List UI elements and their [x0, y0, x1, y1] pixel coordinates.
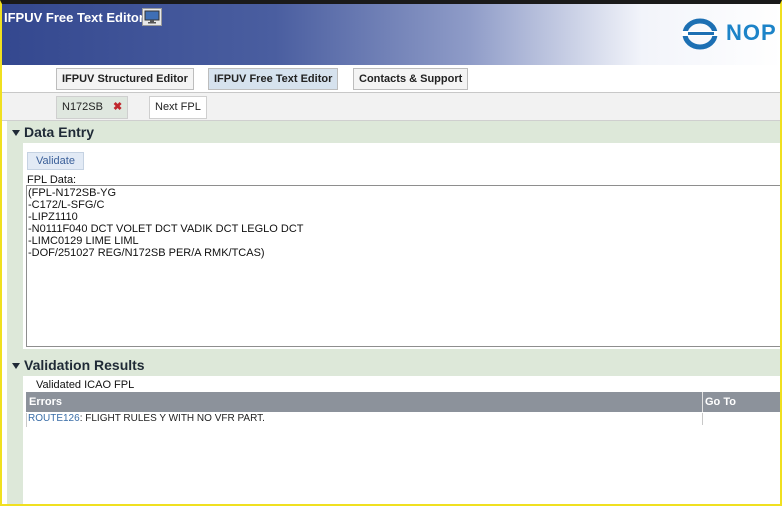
tab-contacts-support[interactable]: Contacts & Support [353, 68, 469, 90]
monitor-icon[interactable] [142, 8, 162, 26]
app-title: IFPUV Free Text Editor [4, 10, 144, 25]
validation-panel: Validated ICAO FPL Errors Go To ROUTE126… [23, 376, 780, 504]
data-entry-title: Data Entry [24, 124, 95, 140]
table-row: ROUTE126: FLIGHT RULES Y WITH NO VFR PAR… [26, 413, 702, 427]
tab-flight[interactable]: N172SB ✖ [56, 96, 129, 119]
validation-results-title: Validation Results [24, 357, 145, 373]
logo-text: NOP [726, 20, 777, 45]
column-divider [702, 392, 703, 412]
tab-structured-editor[interactable]: IFPUV Structured Editor [56, 68, 194, 90]
close-icon[interactable]: ✖ [113, 97, 122, 118]
errors-table-header: Errors Go To [26, 392, 780, 412]
header-banner: IFPUV Free Text Editor NOP [2, 4, 780, 65]
validation-results-header[interactable]: Validation Results [12, 354, 145, 376]
data-entry-panel: Validate FPL Data: (FPL-N172SB-YG -C172/… [23, 143, 780, 349]
fpl-tabs: N172SB ✖ Next FPL [2, 93, 780, 121]
tab-flight-label: N172SB [62, 101, 103, 113]
validate-button[interactable]: Validate [27, 152, 84, 170]
fpl-data-textarea[interactable]: (FPL-N172SB-YG -C172/L-SFG/C -LIPZ1110 -… [26, 185, 780, 347]
tab-free-text-editor[interactable]: IFPUV Free Text Editor [208, 68, 339, 90]
column-divider [702, 413, 703, 425]
collapse-triangle-icon [12, 363, 20, 370]
data-entry-header[interactable]: Data Entry [12, 121, 94, 143]
goto-column-header: Go To [705, 396, 736, 408]
validated-icao-fpl-label: Validated ICAO FPL [36, 379, 135, 391]
tab-next-fpl[interactable]: Next FPL [149, 96, 207, 119]
main-tabs: IFPUV Structured Editor IFPUV Free Text … [2, 65, 780, 93]
error-code-link[interactable]: ROUTE126 [28, 413, 80, 424]
app-window: IFPUV Free Text Editor NOP IFPUV Structu… [0, 0, 782, 506]
collapse-triangle-icon [12, 130, 20, 137]
nop-logo: NOP [680, 14, 780, 54]
error-message: : FLIGHT RULES Y WITH NO VFR PART. [79, 413, 265, 424]
errors-column-header: Errors [29, 396, 63, 408]
